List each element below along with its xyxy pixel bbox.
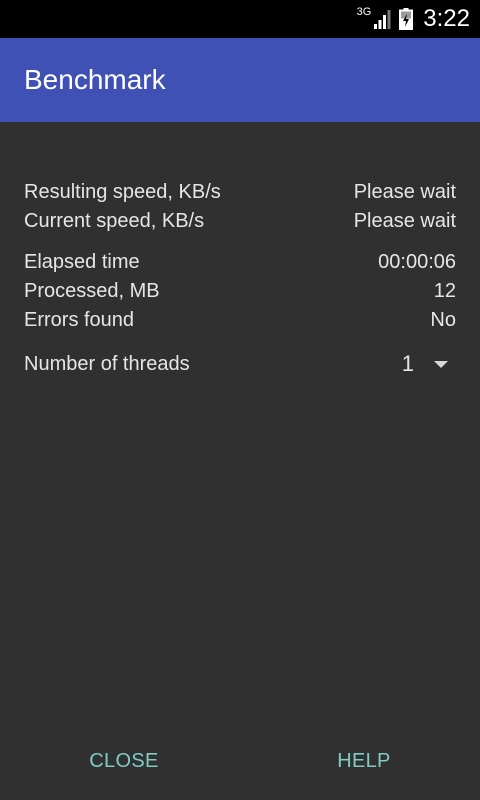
benchmark-panel: Resulting speed, KB/s Please wait Curren… bbox=[0, 122, 480, 381]
signal-icon bbox=[374, 10, 391, 29]
current-speed-row: Current speed, KB/s Please wait bbox=[24, 207, 456, 236]
battery-charging-icon bbox=[399, 8, 414, 30]
resulting-speed-value: Please wait bbox=[353, 181, 456, 203]
current-speed-label: Current speed, KB/s bbox=[24, 210, 205, 232]
dropdown-arrow-icon bbox=[434, 360, 448, 368]
dialog-footer: CLOSE HELP bbox=[0, 738, 480, 784]
status-bar: 3G 3:22 bbox=[0, 0, 480, 38]
close-button[interactable]: CLOSE bbox=[69, 742, 178, 781]
clock: 3:22 bbox=[423, 5, 470, 32]
current-speed-value: Please wait bbox=[353, 210, 456, 232]
errors-row: Errors found No bbox=[24, 306, 456, 335]
errors-label: Errors found bbox=[24, 309, 135, 331]
resulting-speed-row: Resulting speed, KB/s Please wait bbox=[24, 178, 456, 207]
errors-value: No bbox=[430, 309, 456, 331]
threads-row: Number of threads 1 bbox=[24, 347, 456, 381]
processed-value: 12 bbox=[433, 280, 456, 302]
threads-label: Number of threads bbox=[24, 352, 190, 375]
resulting-speed-label: Resulting speed, KB/s bbox=[24, 181, 221, 203]
processed-label: Processed, MB bbox=[24, 280, 160, 302]
network-type-label: 3G bbox=[356, 6, 372, 18]
elapsed-time-value: 00:00:06 bbox=[378, 251, 456, 273]
threads-dropdown[interactable]: 1 bbox=[402, 351, 456, 377]
page-title: Benchmark bbox=[24, 64, 166, 95]
processed-row: Processed, MB 12 bbox=[24, 277, 456, 306]
elapsed-time-label: Elapsed time bbox=[24, 251, 140, 273]
help-button[interactable]: HELP bbox=[317, 742, 410, 781]
threads-selected-value: 1 bbox=[401, 351, 414, 376]
app-bar: Benchmark bbox=[0, 38, 480, 122]
elapsed-time-row: Elapsed time 00:00:06 bbox=[24, 248, 456, 277]
